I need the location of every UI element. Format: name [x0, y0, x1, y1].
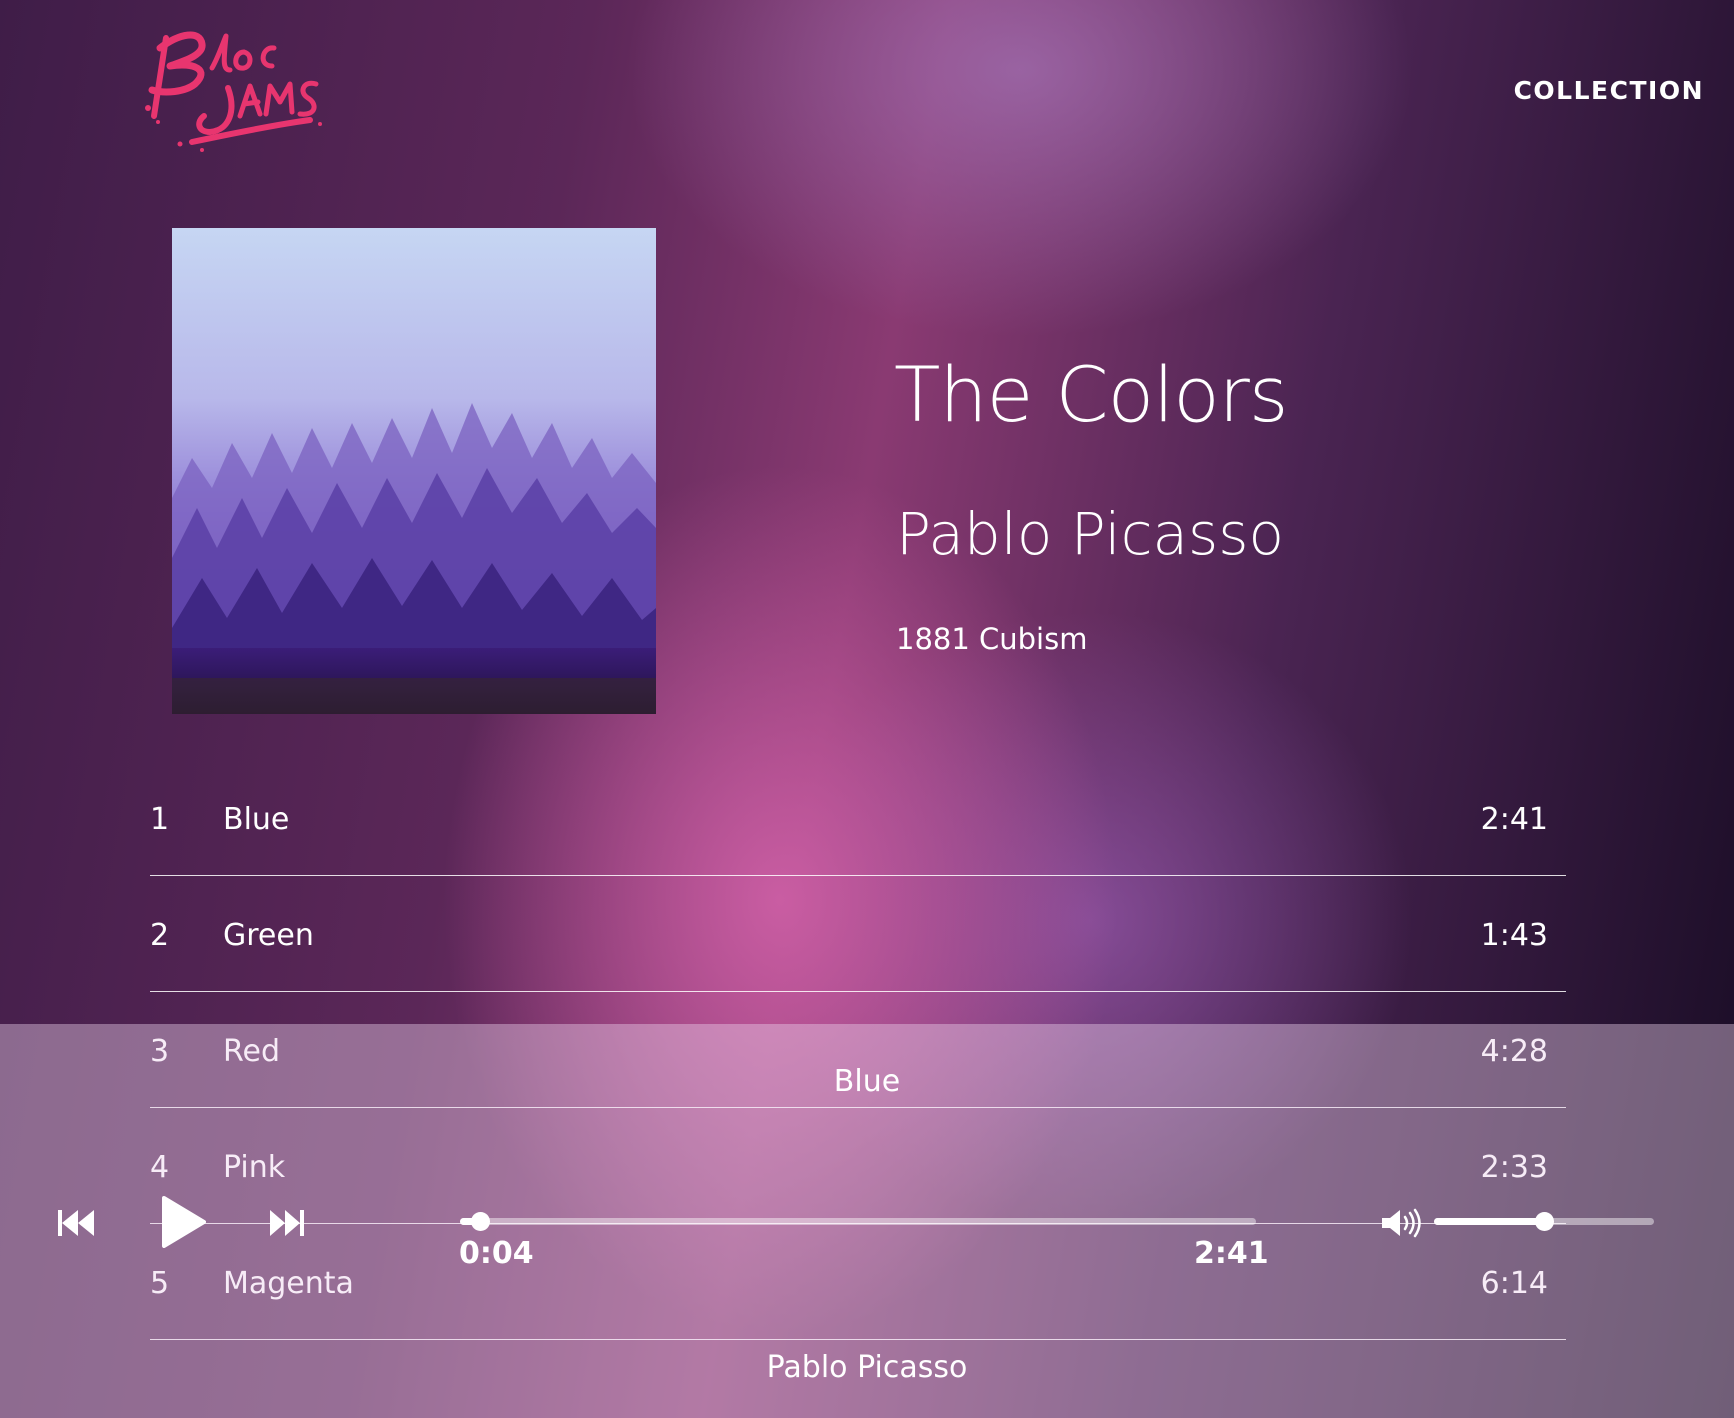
album-release-info: 1881 Cubism: [896, 622, 1088, 656]
song-title: Green: [223, 918, 314, 953]
song-duration: 1:43: [1480, 918, 1548, 953]
volume-icon: [1382, 1208, 1421, 1238]
song-row[interactable]: 1 Blue 2:41: [150, 760, 1566, 876]
logo-lettering: [145, 31, 322, 152]
seek-bar[interactable]: [460, 1212, 1256, 1231]
previous-icon: [58, 1210, 94, 1236]
previous-button[interactable]: [58, 1208, 96, 1238]
total-time: 2:41: [1194, 1236, 1269, 1271]
song-row[interactable]: 2 Green 1:43: [150, 876, 1566, 992]
now-playing-artist: Pablo Picasso: [766, 1350, 968, 1385]
now-playing-title: Blue: [833, 1064, 901, 1099]
song-number: 2: [150, 918, 170, 953]
album-title: The Colors: [894, 350, 1289, 439]
album-cover-image: [172, 228, 656, 714]
next-icon: [270, 1210, 304, 1236]
volume-bar-fill: [1434, 1218, 1544, 1225]
song-number: 1: [150, 802, 170, 837]
next-button[interactable]: [270, 1208, 304, 1238]
current-time: 0:04: [459, 1236, 534, 1271]
volume-bar[interactable]: [1434, 1212, 1654, 1231]
song-title: Blue: [223, 802, 290, 837]
volume-bar-thumb[interactable]: [1535, 1212, 1554, 1231]
bloc-jams-logo[interactable]: [140, 18, 350, 158]
play-icon: [162, 1196, 206, 1248]
album-artist: Pablo Picasso: [896, 500, 1284, 568]
nav-collection-link[interactable]: COLLECTION: [1514, 76, 1704, 105]
seek-bar-thumb[interactable]: [470, 1212, 490, 1231]
song-duration: 2:41: [1480, 802, 1548, 837]
volume-button[interactable]: [1382, 1208, 1424, 1238]
play-button[interactable]: [160, 1196, 206, 1248]
